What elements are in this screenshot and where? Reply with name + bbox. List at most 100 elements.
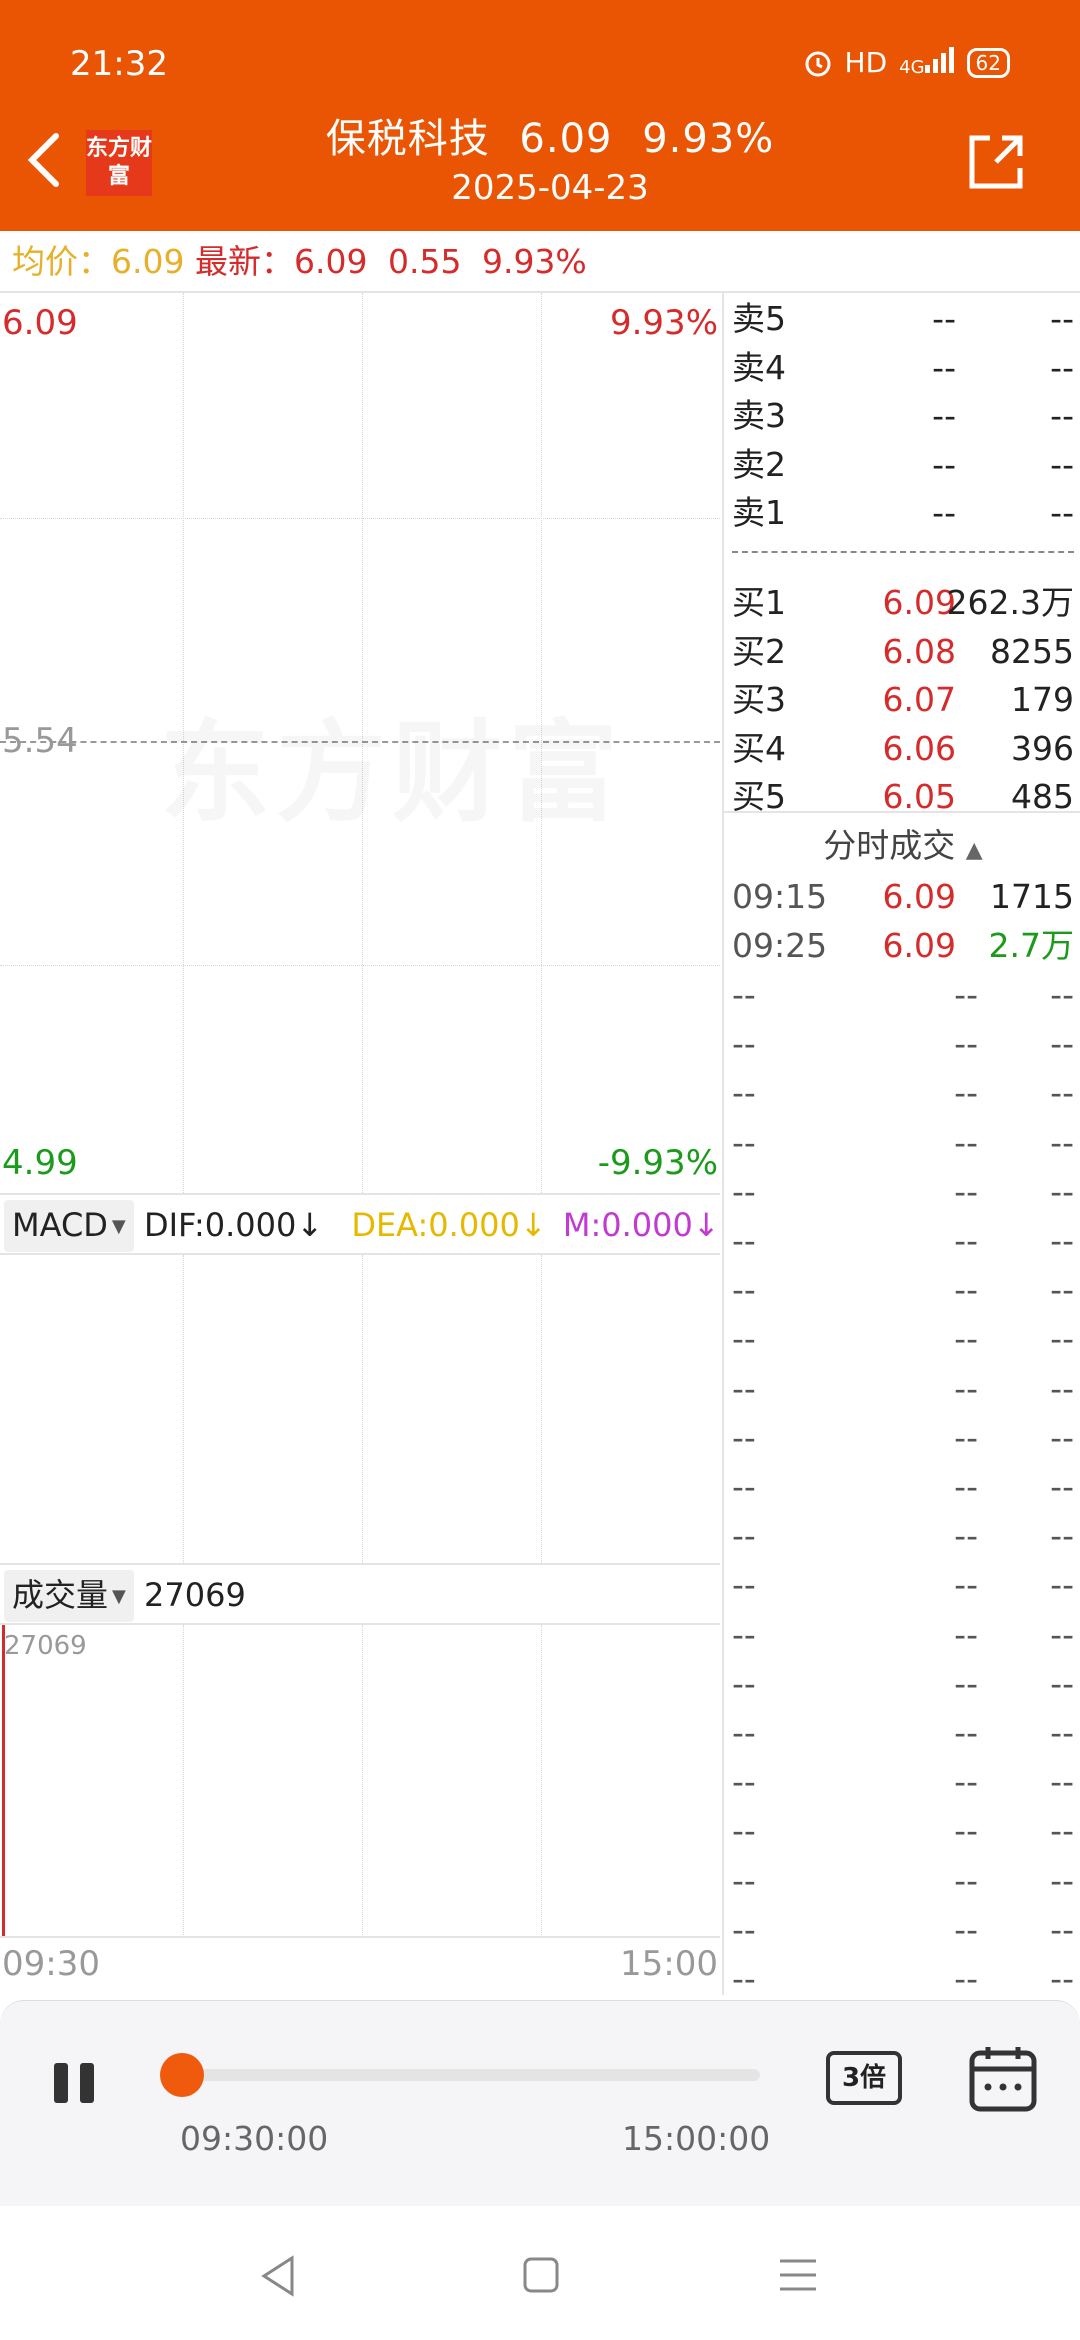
empty-cell: --	[1050, 1663, 1074, 1703]
book-row[interactable]: 买3 6.07 179	[732, 676, 1074, 724]
book-row-label: 09:15	[732, 877, 828, 916]
book-row-label: 卖1	[732, 493, 786, 532]
trade-row-empty: -- -- --	[732, 1463, 1074, 1511]
bottom-pct-label: -9.93%	[597, 1143, 718, 1183]
nav-back-icon[interactable]	[258, 2254, 298, 2298]
trade-row-empty: -- -- --	[732, 1758, 1074, 1806]
empty-cell: --	[1050, 1762, 1074, 1802]
empty-cell: --	[732, 975, 756, 1014]
mid-price-label: 5.54	[2, 721, 78, 761]
empty-cell: --	[732, 1122, 756, 1162]
nav-home-icon[interactable]	[522, 2256, 560, 2294]
book-row[interactable]: 买4 6.06 396	[732, 725, 1074, 773]
latest-pct: 9.93%	[481, 242, 587, 281]
empty-cell: --	[1050, 1122, 1074, 1162]
trade-row-empty: -- -- --	[732, 1020, 1074, 1068]
empty-cell: --	[1050, 1368, 1074, 1408]
trade-row-empty: -- -- --	[732, 1414, 1074, 1462]
progress-thumb[interactable]	[160, 2053, 204, 2097]
empty-cell: --	[954, 1024, 978, 1064]
book-row[interactable]: 卖3 -- --	[732, 392, 1074, 440]
trade-row-empty: -- -- --	[732, 1611, 1074, 1659]
start-time-label: 09:30	[2, 1944, 100, 1984]
book-row-label: 买3	[732, 680, 786, 719]
book-row-volume: 485	[1011, 777, 1074, 816]
empty-cell: --	[732, 1319, 756, 1359]
stock-name: 保税科技	[325, 116, 490, 162]
speed-button[interactable]: 3倍	[826, 2051, 902, 2105]
book-row[interactable]: 买1 6.09 262.3万	[732, 579, 1074, 627]
book-row[interactable]: 买2 6.08 8255	[732, 628, 1074, 676]
empty-cell: --	[954, 1614, 978, 1654]
order-book: 卖5 -- -- 卖4 -- -- 卖3 -- -- 卖2 -- -- 卖1 -- -- 买1 6.09 262…	[722, 293, 1080, 1998]
trade-row-empty: -- -- --	[732, 1561, 1074, 1609]
empty-cell: --	[1050, 1319, 1074, 1359]
latest-price: 6.09	[293, 242, 368, 281]
hd-indicator: HD	[844, 46, 888, 79]
empty-cell: --	[1050, 1270, 1074, 1310]
volume-selector[interactable]: 成交量 ▼	[4, 1570, 134, 1622]
trade-row-empty: -- -- --	[732, 1365, 1074, 1413]
trade-row-empty: -- -- --	[732, 1807, 1074, 1855]
book-row-label: 卖5	[732, 299, 786, 338]
empty-cell: --	[954, 1713, 978, 1752]
empty-cell: --	[1050, 1614, 1074, 1654]
empty-cell: --	[732, 1171, 756, 1211]
trade-row-empty: -- -- --	[732, 1168, 1074, 1216]
trade-date: 2025-04-23	[451, 168, 649, 208]
intraday-chart[interactable]: 东方财富 6.09 9.93% 5.54 4.99 -9.93%	[0, 293, 720, 1193]
book-row-volume: --	[1050, 396, 1074, 435]
trade-row-empty: -- -- --	[732, 1119, 1074, 1167]
book-row-label: 买5	[732, 777, 786, 816]
empty-cell: --	[1050, 1565, 1074, 1605]
empty-cell: --	[732, 1860, 756, 1900]
replay-player: 09:30:00 15:00:00 3倍	[0, 2000, 1080, 2207]
empty-cell: --	[732, 1516, 756, 1556]
empty-cell: --	[954, 1319, 978, 1359]
book-row[interactable]: 09:15 6.09 1715	[732, 873, 1074, 921]
trades-title[interactable]: 分时成交 ▲	[724, 819, 1080, 867]
empty-cell: --	[732, 1467, 756, 1506]
player-start-time: 09:30:00	[180, 2119, 329, 2158]
quote-summary: 均价：6.09 最新：6.09 0.55 9.93%	[0, 231, 1080, 293]
book-row[interactable]: 卖5 -- --	[732, 295, 1074, 343]
book-row-label: 09:25	[732, 926, 828, 965]
battery-icon: 62	[966, 47, 1010, 78]
macd-m: M:0.000↓	[562, 1206, 720, 1244]
book-divider	[732, 551, 1074, 553]
trade-row-empty: -- -- --	[732, 1955, 1074, 2003]
book-row[interactable]: 卖2 -- --	[732, 441, 1074, 489]
book-row-volume: 262.3万	[946, 583, 1074, 622]
macd-chart[interactable]	[0, 1255, 720, 1563]
share-icon[interactable]	[966, 130, 1026, 192]
trade-row-empty: -- -- --	[732, 1857, 1074, 1905]
empty-cell: --	[1050, 1516, 1074, 1556]
pause-button[interactable]	[52, 2063, 98, 2103]
volume-chart[interactable]: 27069	[0, 1625, 720, 1938]
signal-icon: 4G	[899, 47, 954, 78]
latest-label: 最新：	[194, 242, 294, 281]
empty-cell: --	[954, 1122, 978, 1162]
book-row-volume: --	[1050, 444, 1074, 484]
book-row[interactable]: 买5 6.05 485	[732, 773, 1074, 821]
book-row[interactable]: 卖1 -- --	[732, 489, 1074, 537]
dropdown-icon: ▼	[112, 1586, 126, 1607]
empty-cell: --	[1050, 1909, 1074, 1949]
calendar-icon[interactable]	[968, 2043, 1038, 2113]
nav-menu-icon[interactable]	[778, 2258, 818, 2292]
avg-value: 6.09	[111, 242, 185, 281]
macd-selector[interactable]: MACD ▼	[4, 1200, 134, 1252]
book-row[interactable]: 09:25 6.09 2.7万	[732, 922, 1074, 970]
progress-track[interactable]	[182, 2069, 760, 2081]
empty-cell: --	[1050, 1713, 1074, 1752]
empty-cell: --	[732, 1565, 756, 1605]
book-row-volume: --	[1050, 347, 1074, 387]
book-row-price: --	[932, 396, 956, 435]
empty-cell: --	[732, 1811, 756, 1851]
book-row-price: --	[932, 444, 956, 484]
book-row-label: 买2	[732, 631, 786, 671]
alarm-icon	[805, 51, 831, 76]
book-row-volume: 2.7万	[988, 926, 1074, 965]
empty-cell: --	[732, 1024, 756, 1064]
book-row[interactable]: 卖4 -- --	[732, 344, 1074, 392]
